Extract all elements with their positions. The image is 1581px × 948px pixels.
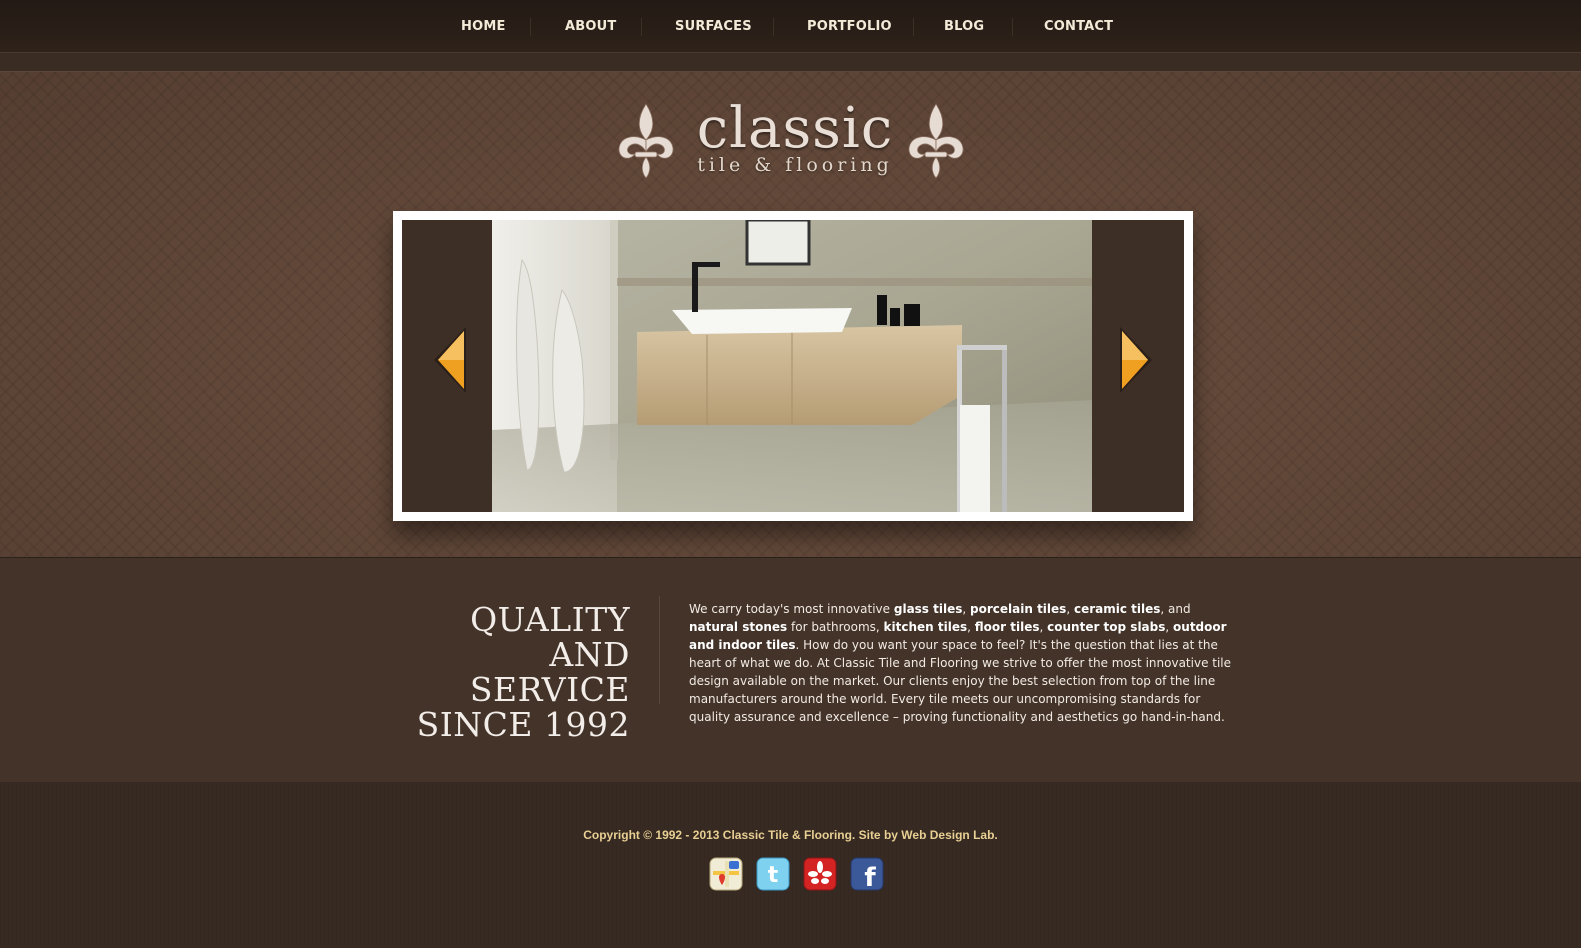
twitter-icon-graphic: t xyxy=(756,857,790,891)
text-span: , xyxy=(962,602,971,616)
web-design-lab-link[interactable]: Web Design Lab xyxy=(901,828,994,842)
twitter-icon[interactable]: t xyxy=(756,857,790,891)
arrow-right-icon xyxy=(1120,327,1152,393)
header-strip xyxy=(0,53,1581,72)
nav-portfolio-link[interactable]: PORTFOLIO xyxy=(807,19,892,34)
text-span: , and xyxy=(1160,602,1191,616)
text-span: , xyxy=(1039,620,1048,634)
highlight-kitchen-tiles: kitchen tiles xyxy=(883,620,968,634)
text-span: We carry today's most innovative xyxy=(689,602,894,616)
nav-separator xyxy=(1012,18,1013,36)
highlight-ceramic-tiles: ceramic tiles xyxy=(1073,602,1161,616)
yelp-icon-graphic xyxy=(803,857,837,891)
highlight-glass-tiles: glass tiles xyxy=(893,602,963,616)
copyright-label: Copyright © 1992 - 2013 Classic Tile & F… xyxy=(583,828,902,842)
facebook-icon-graphic: f xyxy=(850,857,884,893)
highlight-natural-stones: natural stones xyxy=(689,620,788,634)
highlight-porcelain-tiles: porcelain tiles xyxy=(970,602,1067,616)
nav-about-link[interactable]: ABOUT xyxy=(565,19,616,34)
maps-icon[interactable] xyxy=(709,857,743,891)
quality-heading: QUALITY AND SERVICE SINCE 1992 xyxy=(380,602,630,742)
logo-tagline: tile & flooring xyxy=(697,154,893,176)
slider-prev-arrow[interactable] xyxy=(432,325,472,395)
nav-separator xyxy=(530,18,531,36)
highlight-floor-tiles: floor tiles xyxy=(974,620,1040,634)
nav-blog-link[interactable]: BLOG xyxy=(944,19,984,34)
hero-section: classic tile & flooring xyxy=(0,72,1581,558)
nav-surfaces-link[interactable]: SURFACES xyxy=(675,19,752,34)
svg-text:f: f xyxy=(864,863,876,891)
about-section: QUALITY AND SERVICE SINCE 1992 We carry … xyxy=(0,558,1581,782)
copyright-end: . xyxy=(994,828,998,842)
nav-home-link[interactable]: HOME xyxy=(461,19,506,34)
slide-image-bathroom xyxy=(492,220,1092,512)
text-span: for bathrooms, xyxy=(787,620,884,634)
image-slider xyxy=(393,211,1193,521)
text-span: , xyxy=(1066,602,1074,616)
heading-line: AND SERVICE xyxy=(469,635,630,709)
nav-separator xyxy=(913,18,914,36)
slider-next-arrow[interactable] xyxy=(1114,325,1154,395)
site-footer: Copyright © 1992 - 2013 Classic Tile & F… xyxy=(0,782,1581,948)
slider-viewport xyxy=(402,220,1184,512)
svg-text:t: t xyxy=(768,863,779,888)
heading-line: QUALITY xyxy=(470,600,630,639)
nav-separator xyxy=(773,18,774,36)
fleur-de-lis-left-icon xyxy=(618,103,674,179)
nav-separator xyxy=(641,18,642,36)
text-span: , xyxy=(1165,620,1174,634)
facebook-icon[interactable]: f xyxy=(850,857,884,893)
site-logo[interactable]: classic tile & flooring xyxy=(615,94,975,190)
heading-line: SINCE 1992 xyxy=(416,705,630,744)
nav-menu: HOME ABOUT SURFACES PORTFOLIO BLOG CONTA… xyxy=(0,0,1581,52)
maps-icon-graphic xyxy=(709,857,743,891)
text-span: , xyxy=(967,620,975,634)
copyright-text: Copyright © 1992 - 2013 Classic Tile & F… xyxy=(0,828,1581,842)
top-navigation: HOME ABOUT SURFACES PORTFOLIO BLOG CONTA… xyxy=(0,0,1581,53)
about-paragraph: We carry today's most innovative glass t… xyxy=(689,600,1234,726)
nav-contact-link[interactable]: CONTACT xyxy=(1044,19,1113,34)
bathroom-vanity-photo xyxy=(492,220,1092,512)
highlight-counter-top-slabs: counter top slabs xyxy=(1047,620,1166,634)
yelp-icon[interactable] xyxy=(803,857,837,891)
fleur-de-lis-right-icon xyxy=(908,103,964,179)
arrow-left-icon xyxy=(434,327,466,393)
section-divider xyxy=(659,596,660,704)
